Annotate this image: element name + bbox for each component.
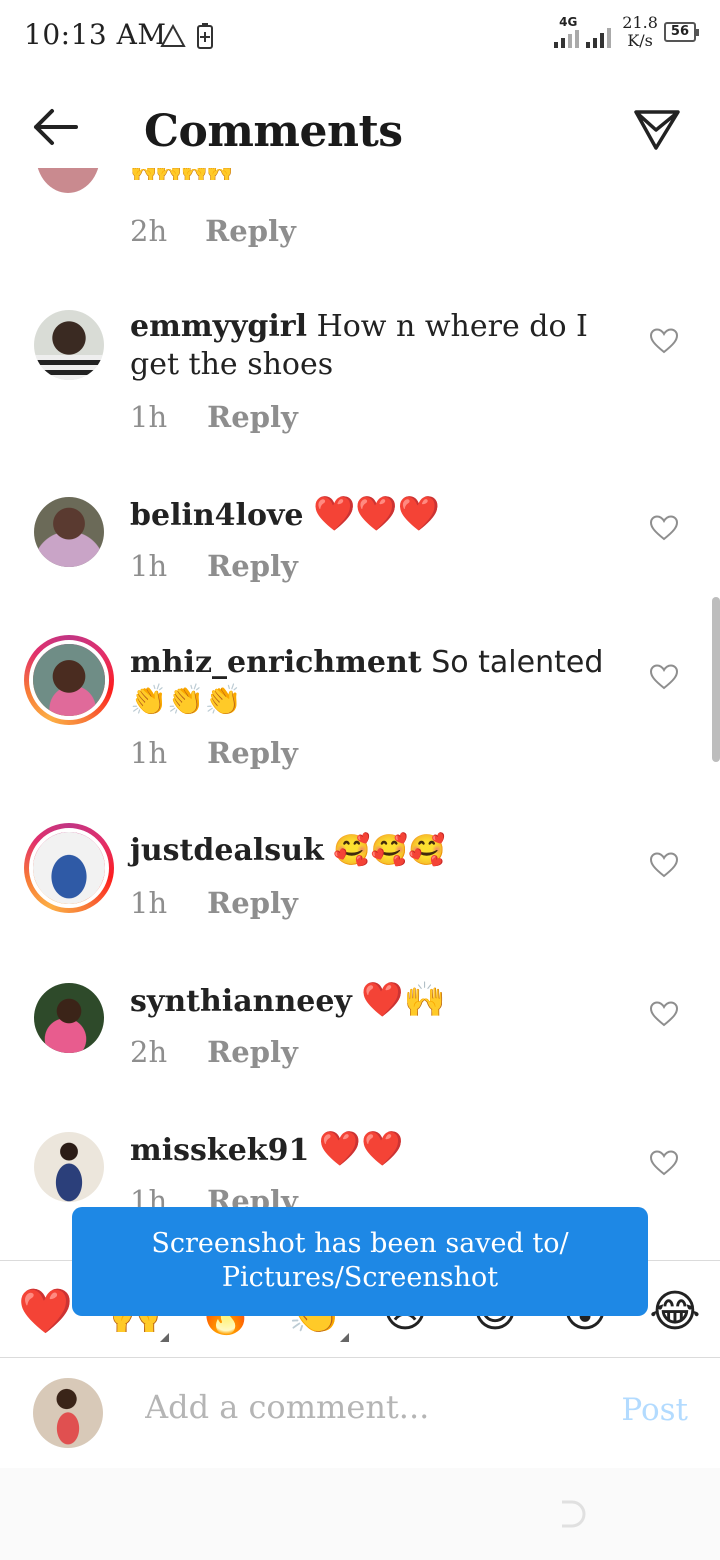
comment-text: emmyygirl How n where do I get the shoes [130, 308, 620, 384]
system-nav-bar [0, 1468, 720, 1560]
avatar[interactable] [34, 310, 104, 380]
comment-meta: 2h Reply [130, 214, 296, 248]
comment-time: 2h [130, 1035, 168, 1069]
comment-username[interactable]: misskek91 [130, 1133, 309, 1168]
speed-value: 21.8 [622, 13, 658, 32]
avatar[interactable] [36, 168, 100, 193]
scrollbar[interactable] [712, 597, 720, 762]
send-icon[interactable] [632, 104, 682, 154]
comment-username[interactable]: justdealsuk [130, 833, 324, 868]
comment-meta: 2h Reply [130, 1035, 298, 1069]
heart-icon[interactable] [650, 1001, 678, 1027]
status-time: 10:13 AM [24, 18, 167, 51]
comment-time: 1h [130, 549, 168, 583]
signal-icon-2 [586, 28, 612, 48]
skin-tone-indicator-icon [340, 1333, 349, 1342]
comment-body: ❤️❤️❤️ [313, 494, 441, 534]
comment-input[interactable] [145, 1388, 585, 1426]
reply-button[interactable]: Reply [207, 400, 298, 434]
reply-button[interactable]: Reply [207, 886, 298, 920]
comment-text: synthianneey ❤️🙌 [130, 981, 620, 1021]
status-icons-left [160, 22, 214, 50]
heart-icon[interactable] [650, 1150, 678, 1176]
comment-time: 1h [130, 400, 168, 434]
reply-button[interactable]: Reply [207, 736, 298, 770]
heart-icon[interactable] [650, 664, 678, 690]
header: Comments [0, 82, 720, 178]
heart-icon[interactable] [650, 515, 678, 541]
status-bar: 10:13 AM 4G 21.8 K/s 56 [0, 0, 720, 72]
avatar[interactable] [34, 1132, 104, 1202]
comment-meta: 1h Reply [130, 736, 298, 770]
comment-username[interactable]: belin4love [130, 498, 303, 533]
avatar [29, 640, 109, 720]
comment-body: ❤️❤️ [318, 1129, 404, 1169]
comment-meta: 1h Reply [130, 400, 298, 434]
skin-tone-indicator-icon [160, 1333, 169, 1342]
network-type: 4G [559, 15, 578, 29]
comment-body: ❤️🙌 [361, 980, 447, 1020]
comment-text: belin4love ❤️❤️❤️ [130, 495, 620, 535]
battery-saver-icon [197, 23, 213, 49]
comment-meta: 1h Reply [130, 886, 298, 920]
my-avatar [33, 1378, 103, 1448]
comment-text: misskek91 ❤️❤️ [130, 1130, 620, 1170]
warning-icon [160, 24, 186, 47]
comment-time: 2h [130, 214, 168, 248]
avatar-story-ring[interactable] [24, 823, 114, 913]
heart-icon[interactable] [650, 852, 678, 878]
comments-list[interactable]: 🙌🙌🙌🙌 2h Reply emmyygirl How n where do I… [0, 168, 720, 1260]
back-arrow-icon[interactable] [28, 102, 84, 152]
page-title: Comments [144, 106, 403, 157]
reply-button[interactable]: Reply [207, 1035, 298, 1069]
reaction-laughing[interactable]: 😂 [648, 1285, 702, 1339]
avatar-story-ring[interactable] [24, 635, 114, 725]
screenshot-toast: Screenshot has been saved to/ Pictures/S… [72, 1207, 648, 1316]
status-icons-right: 4G 21.8 K/s 56 [554, 14, 700, 50]
comment-text: mhiz_enrichment So talented 👏👏👏 [130, 644, 620, 720]
comment-body: 🥰🥰🥰 [333, 833, 446, 868]
network-speed: 21.8 K/s [622, 14, 658, 50]
comment-text: justdealsuk 🥰🥰🥰 [130, 832, 620, 870]
reaction-heart[interactable]: ❤️ [18, 1285, 73, 1339]
toast-line-1: Screenshot has been saved to/ [151, 1228, 569, 1259]
comment-time: 1h [130, 736, 168, 770]
back-gesture-icon[interactable] [556, 1498, 588, 1530]
speed-unit: K/s [627, 31, 653, 50]
signal-group: 4G [554, 16, 616, 48]
signal-icon-1 [554, 30, 580, 48]
reply-button[interactable]: Reply [205, 214, 296, 248]
partial-emoji: 🙌🙌🙌🙌 [130, 168, 234, 183]
comment-time: 1h [130, 886, 168, 920]
toast-line-2: Pictures/Screenshot [221, 1262, 499, 1293]
heart-icon[interactable] [650, 328, 678, 354]
avatar[interactable] [34, 497, 104, 567]
comment-meta: 1h Reply [130, 549, 298, 583]
comment-username[interactable]: mhiz_enrichment [130, 645, 422, 680]
avatar [29, 828, 109, 908]
comment-composer: Post [0, 1358, 720, 1468]
reply-button[interactable]: Reply [207, 549, 298, 583]
avatar[interactable] [34, 983, 104, 1053]
comment-username[interactable]: emmyygirl [130, 309, 307, 344]
comment-username[interactable]: synthianneey [130, 984, 352, 1019]
post-button[interactable]: Post [621, 1392, 688, 1428]
battery-indicator: 56 [663, 22, 700, 42]
